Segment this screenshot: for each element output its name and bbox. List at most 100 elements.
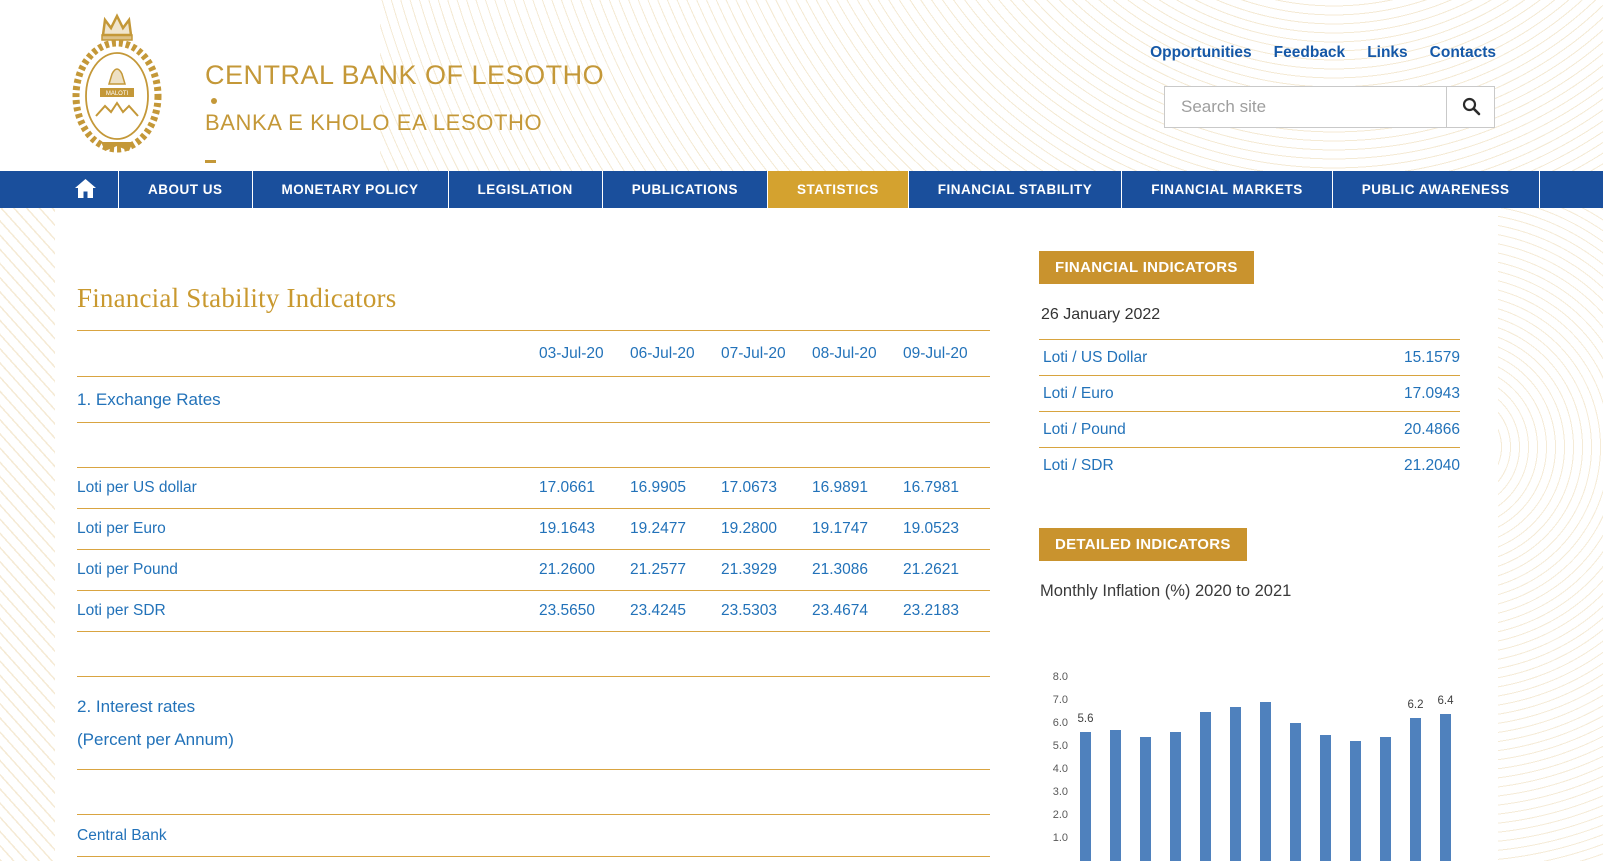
site-header: MALOTI CENTRAL BANK OF LESOTHO BANKA E K… <box>0 0 1603 171</box>
indicator-value: 17.0943 <box>1404 385 1460 403</box>
y-axis-tick: 6.0 <box>1042 717 1068 729</box>
group-link-central-bank[interactable]: Central Bank <box>77 827 167 844</box>
nav-home[interactable] <box>53 171 118 208</box>
inflation-bar <box>1440 714 1451 861</box>
table-row: Loti per US dollar 17.0661 16.9905 17.06… <box>77 468 990 509</box>
section-interest-rates-sub: (Percent per Annum) <box>77 723 234 756</box>
indicator-link-loti-us-dollar[interactable]: Loti / US Dollar <box>1039 349 1147 367</box>
inflation-bar <box>1290 723 1301 861</box>
inflation-bar <box>1350 741 1361 861</box>
page: MALOTI CENTRAL BANK OF LESOTHO BANKA E K… <box>0 0 1603 861</box>
stability-indicators-table: 03-Jul-20 06-Jul-20 07-Jul-20 08-Jul-20 … <box>77 330 990 861</box>
inflation-bar <box>1200 712 1211 861</box>
blank-row <box>77 423 990 468</box>
home-icon <box>75 179 96 201</box>
left-watermark-pattern <box>0 207 55 861</box>
date-header: 03-Jul-20 <box>539 345 630 363</box>
cell-value: 23.4245 <box>630 602 721 620</box>
section-interest-rates-title: 2. Interest rates <box>77 690 234 723</box>
indicator-link-loti-pound[interactable]: Loti / Pound <box>1039 421 1126 439</box>
search-button[interactable] <box>1446 87 1494 127</box>
search-input[interactable] <box>1165 87 1446 127</box>
row-link-loti-per-us-dollar[interactable]: Loti per US dollar <box>77 479 197 496</box>
cell-value: 21.2577 <box>630 561 721 579</box>
cell-value: 19.1643 <box>539 520 630 538</box>
nav-publications[interactable]: Publications <box>602 171 767 208</box>
sidebar: FINANCIAL INDICATORS 26 January 2022 Lot… <box>1039 251 1460 601</box>
indicator-link-loti-sdr[interactable]: Loti / SDR <box>1039 457 1114 475</box>
nav-monetary-policy[interactable]: Monetary Policy <box>252 171 448 208</box>
date-header: 07-Jul-20 <box>721 345 812 363</box>
indicators-date: 26 January 2022 <box>1041 306 1460 324</box>
site-logo[interactable]: MALOTI CENTRAL BANK OF LESOTHO BANKA E K… <box>63 12 604 163</box>
bank-wordmark: CENTRAL BANK OF LESOTHO BANKA E KHOLO EA… <box>205 60 604 136</box>
table-row: Loti per SDR 23.5650 23.4245 23.5303 23.… <box>77 591 990 632</box>
wordmark-divider <box>205 98 604 104</box>
inflation-chart-heading: Monthly Inflation (%) 2020 to 2021 <box>1040 582 1460 601</box>
link-links[interactable]: Links <box>1367 44 1407 62</box>
inflation-bar <box>1230 707 1241 861</box>
cell-value: 21.2600 <box>539 561 630 579</box>
indicator-link-loti-euro[interactable]: Loti / Euro <box>1039 385 1114 403</box>
main-content: Financial Stability Indicators 03-Jul-20… <box>77 283 990 861</box>
nav-statistics[interactable]: Statistics <box>767 171 908 208</box>
inflation-bar <box>1320 735 1331 861</box>
indicator-row: Loti / Pound 20.4866 <box>1039 411 1460 447</box>
inflation-bar <box>1410 718 1421 861</box>
magnifier-icon <box>1461 96 1481 119</box>
financial-indicators-badge: FINANCIAL INDICATORS <box>1039 251 1254 284</box>
main-navigation: About Us Monetary Policy Legislation Pub… <box>0 171 1603 208</box>
cell-value: 21.3929 <box>721 561 812 579</box>
link-feedback[interactable]: Feedback <box>1274 44 1346 62</box>
utility-links: Opportunities Feedback Links Contacts <box>1150 44 1496 62</box>
detailed-indicators-badge: DETAILED INDICATORS <box>1039 528 1247 561</box>
inflation-bar <box>1260 702 1271 861</box>
cell-value: 21.2621 <box>903 561 994 579</box>
inflation-chart: 8.07.06.05.04.03.02.01.05.66.26.4 <box>1040 670 1480 861</box>
table-row: Loti per Euro 19.1643 19.2477 19.2800 19… <box>77 509 990 550</box>
link-opportunities[interactable]: Opportunities <box>1150 44 1252 62</box>
nav-public-awareness[interactable]: Public Awareness <box>1332 171 1539 208</box>
date-header: 09-Jul-20 <box>903 345 994 363</box>
site-search <box>1164 86 1495 128</box>
row-link-loti-per-euro[interactable]: Loti per Euro <box>77 520 166 537</box>
cell-value: 17.0673 <box>721 479 812 497</box>
cell-value: 16.9905 <box>630 479 721 497</box>
cell-value: 23.4674 <box>812 602 903 620</box>
date-header: 06-Jul-20 <box>630 345 721 363</box>
row-link-loti-per-pound[interactable]: Loti per Pound <box>77 561 178 578</box>
indicators-table: Loti / US Dollar 15.1579 Loti / Euro 17.… <box>1039 339 1460 483</box>
y-axis-tick: 1.0 <box>1042 832 1068 844</box>
cell-value: 19.0523 <box>903 520 994 538</box>
date-header: 08-Jul-20 <box>812 345 903 363</box>
table-row: Loti per Pound 21.2600 21.2577 21.3929 2… <box>77 550 990 591</box>
y-axis-tick: 7.0 <box>1042 694 1068 706</box>
cell-value: 23.2183 <box>903 602 994 620</box>
y-axis-tick: 4.0 <box>1042 763 1068 775</box>
blank-row <box>77 632 990 677</box>
nav-financial-stability[interactable]: Financial Stability <box>908 171 1122 208</box>
bar-data-label: 6.2 <box>1408 699 1424 711</box>
row-link-loti-per-sdr[interactable]: Loti per SDR <box>77 602 166 619</box>
indicator-value: 20.4866 <box>1404 421 1460 439</box>
link-contacts[interactable]: Contacts <box>1430 44 1496 62</box>
y-axis-tick: 8.0 <box>1042 671 1068 683</box>
group-central-bank: Central Bank <box>77 815 990 857</box>
y-axis-tick: 3.0 <box>1042 786 1068 798</box>
y-axis-tick: 5.0 <box>1042 740 1068 752</box>
indicator-row: Loti / SDR 21.2040 <box>1039 447 1460 483</box>
nav-about-us[interactable]: About Us <box>118 171 252 208</box>
section-exchange-rates: 1. Exchange Rates <box>77 377 990 423</box>
nav-legislation[interactable]: Legislation <box>448 171 602 208</box>
inflation-bar <box>1170 732 1181 861</box>
wordmark-line1: CENTRAL BANK OF LESOTHO <box>205 60 604 90</box>
inflation-bar <box>1380 737 1391 861</box>
cell-value: 16.7981 <box>903 479 994 497</box>
indicator-row: Loti / Euro 17.0943 <box>1039 375 1460 411</box>
inflation-bar <box>1080 732 1091 861</box>
nav-financial-markets[interactable]: Financial Markets <box>1121 171 1332 208</box>
blank-row <box>77 770 990 815</box>
table-row-partial: Lombard Facility 7.45 7.45 7.45 7.45 7.4… <box>77 857 990 861</box>
bar-data-label: 6.4 <box>1438 695 1454 707</box>
cell-value: 19.1747 <box>812 520 903 538</box>
